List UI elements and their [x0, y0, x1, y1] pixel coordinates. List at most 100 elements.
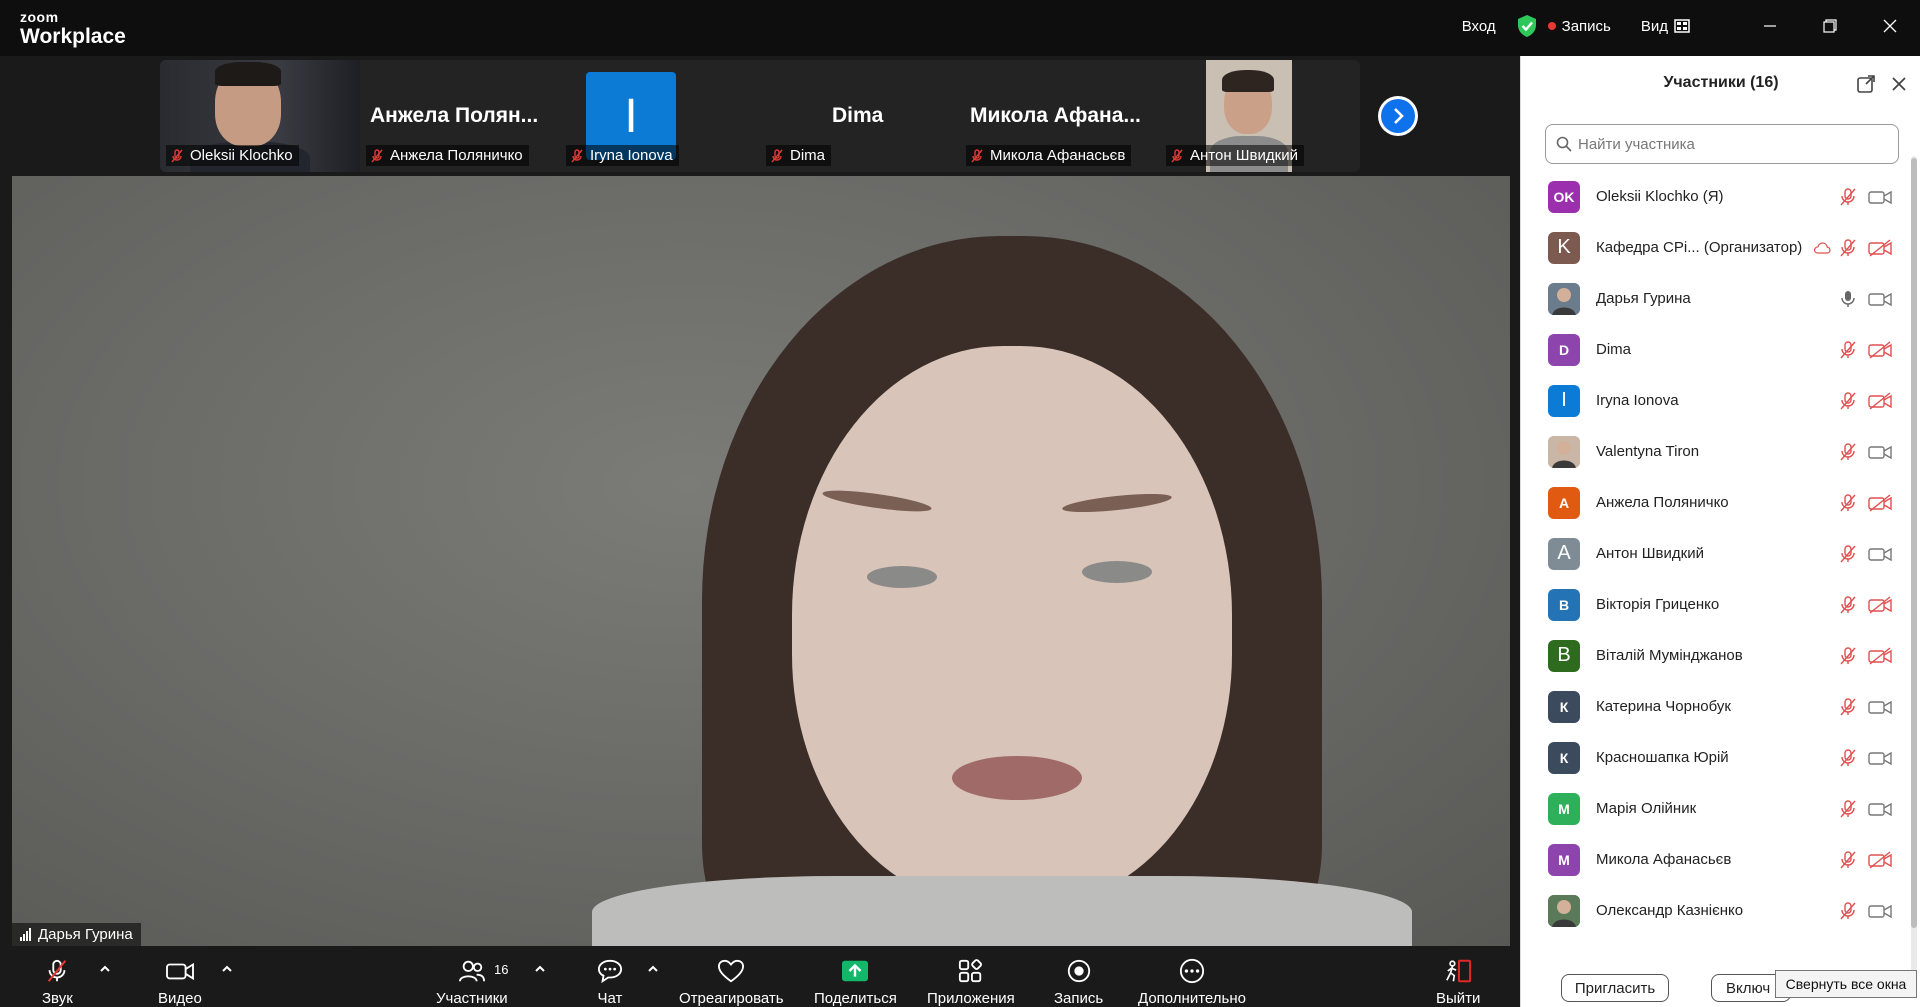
security-shield-icon[interactable] [1516, 14, 1538, 38]
mic-muted-icon [371, 148, 383, 162]
camera-icon [1868, 749, 1892, 767]
mic-muted-icon[interactable] [1839, 391, 1857, 411]
mic-muted-icon[interactable] [1839, 238, 1857, 258]
mic-muted-icon[interactable] [1839, 901, 1857, 921]
more-button[interactable]: Дополнительно [1138, 946, 1246, 1007]
tile-big-name: Микола Афана... [970, 104, 1141, 127]
camera-off-icon [1868, 238, 1892, 257]
thumbnail-strip: Oleksii Klochko Анжела Полян... Анжела П… [160, 60, 1360, 172]
title-bar: zoom Workplace Вход Запись Вид [0, 0, 1920, 56]
mic-muted-icon[interactable] [1839, 646, 1857, 666]
share-screen-button[interactable]: Поделиться [814, 946, 897, 1007]
close-window-button[interactable] [1860, 0, 1920, 52]
more-label: Дополнительно [1138, 990, 1246, 1007]
participant-row[interactable]: K Кафедра СРі... (Организатор) [1521, 222, 1911, 273]
mic-muted-icon[interactable] [1839, 544, 1857, 564]
mic-muted-icon[interactable] [1839, 595, 1857, 615]
search-icon [1556, 136, 1572, 152]
view-button[interactable]: Вид [1641, 18, 1668, 35]
participants-panel: Участники (16) OKOleksii Klochko (Я)KКаф… [1520, 56, 1920, 1007]
leave-button[interactable]: Выйти [1436, 946, 1480, 1007]
mic-icon[interactable] [1839, 289, 1857, 309]
participants-count-badge: 16 [494, 962, 509, 977]
avatar: В [1548, 588, 1580, 621]
tile-name: Iryna Ionova [590, 147, 673, 164]
participant-row[interactable]: Дарья Гурина [1521, 273, 1911, 324]
video-button[interactable]: Видео [158, 946, 202, 1007]
participant-row[interactable]: В Вікторія Гриценко [1521, 579, 1911, 630]
participant-name: Iryna Ionova [1596, 392, 1679, 409]
apps-button[interactable]: Приложения [927, 946, 1015, 1007]
avatar [1548, 282, 1580, 315]
audio-button[interactable]: Звук [42, 946, 73, 1007]
thumbnail-tile[interactable]: Микола Афана... Микола Афанасьєв [960, 60, 1160, 172]
leave-icon [1446, 959, 1472, 983]
zoom-app: zoom Workplace Вход Запись Вид Oleksii K… [0, 0, 1920, 1007]
meeting-toolbar: Звук Видео Участники 16 Чат Отреагироват… [0, 946, 1520, 1007]
participant-row[interactable]: Олександр Казнієнко [1521, 885, 1911, 936]
restore-button[interactable] [1800, 0, 1860, 52]
participants-options-chevron-icon[interactable] [533, 964, 547, 974]
participant-name: Valentyna Tiron [1596, 443, 1700, 460]
camera-off-icon [1868, 340, 1892, 359]
participant-row[interactable]: D Dima [1521, 324, 1911, 375]
mic-muted-icon[interactable] [1839, 850, 1857, 870]
participant-row[interactable]: A Антон Швидкий [1521, 528, 1911, 579]
signal-strength-icon [20, 928, 32, 941]
participant-row[interactable]: I Iryna Ionova [1521, 375, 1911, 426]
participant-row[interactable]: Valentyna Tiron [1521, 426, 1911, 477]
search-input[interactable] [1578, 135, 1878, 153]
chevron-right-icon [1394, 108, 1404, 124]
login-button[interactable]: Вход [1462, 18, 1496, 35]
participant-row[interactable]: А Анжела Поляничко [1521, 477, 1911, 528]
apps-icon [958, 959, 982, 983]
participant-row[interactable]: М Марія Олійник [1521, 783, 1911, 834]
mic-muted-icon[interactable] [1839, 493, 1857, 513]
tile-big-name: Анжела Полян... [370, 104, 539, 127]
participant-row[interactable]: К Красношапка Юрій [1521, 732, 1911, 783]
close-icon[interactable] [1889, 74, 1909, 94]
minimize-button[interactable] [1740, 0, 1800, 52]
record-button[interactable]: Запись [1054, 946, 1103, 1007]
mic-muted-icon[interactable] [1839, 799, 1857, 819]
mic-muted-icon[interactable] [1839, 697, 1857, 717]
camera-off-icon [1868, 646, 1892, 665]
mic-muted-icon[interactable] [1839, 442, 1857, 462]
thumbnail-tile[interactable]: Dima Dima [760, 60, 960, 172]
camera-icon [1868, 902, 1892, 920]
invite-button[interactable]: Пригласить [1561, 974, 1669, 1002]
thumbnail-tile[interactable]: Антон Швидкий [1160, 60, 1360, 172]
chat-button[interactable]: Чат [595, 946, 625, 1007]
mic-muted-icon[interactable] [1839, 748, 1857, 768]
apps-label: Приложения [927, 990, 1015, 1007]
mic-muted-icon [48, 959, 67, 982]
thumbnail-tile[interactable]: Oleksii Klochko [160, 60, 360, 172]
recording-indicator[interactable]: Запись [1562, 18, 1611, 35]
minimize-icon [1764, 25, 1776, 27]
grid-view-icon[interactable] [1674, 19, 1690, 33]
participant-row[interactable]: OK Oleksii Klochko (Я) [1521, 171, 1911, 222]
participant-name: Катерина Чорнобук [1596, 698, 1731, 715]
video-options-chevron-icon[interactable] [220, 964, 234, 974]
tile-name-label: Анжела Поляничко [366, 145, 529, 166]
recording-dot-icon [1547, 22, 1556, 30]
chat-options-chevron-icon[interactable] [646, 964, 660, 974]
participant-row[interactable]: К Катерина Чорнобук [1521, 681, 1911, 732]
active-speaker-video[interactable]: Дарья Гурина [12, 176, 1510, 946]
camera-off-icon [1868, 391, 1892, 410]
participant-row[interactable]: М Микола Афанасьєв [1521, 834, 1911, 885]
thumbnail-tile[interactable]: I Iryna Ionova [560, 60, 760, 172]
search-field[interactable] [1545, 124, 1899, 164]
react-button[interactable]: Отреагировать [679, 946, 784, 1007]
audio-options-chevron-icon[interactable] [98, 964, 112, 974]
popout-icon[interactable] [1856, 74, 1876, 94]
thumbnail-tile[interactable]: Анжела Полян... Анжела Поляничко [360, 60, 560, 172]
mic-muted-icon[interactable] [1839, 340, 1857, 360]
participant-row[interactable]: B Віталій Мумінджанов [1521, 630, 1911, 681]
mic-muted-icon[interactable] [1839, 187, 1857, 207]
audio-label: Звук [42, 990, 73, 1007]
avatar: А [1548, 486, 1580, 519]
strip-next-button[interactable] [1378, 96, 1418, 136]
scrollbar-thumb[interactable] [1911, 158, 1917, 928]
record-label: Запись [1054, 990, 1104, 1007]
